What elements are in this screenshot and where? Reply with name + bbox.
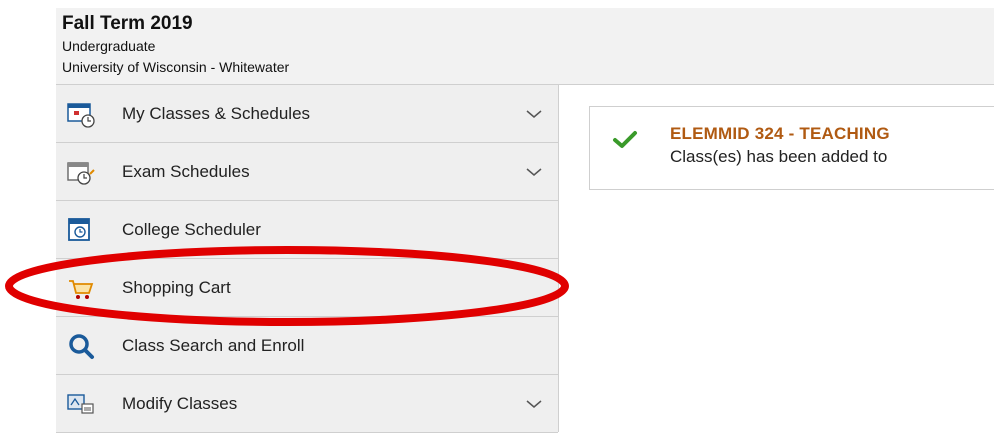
sidebar-item-label: Modify Classes — [122, 394, 238, 413]
checkmark-icon — [612, 129, 638, 149]
sidebar-item-class-search[interactable]: Class Search and Enroll — [56, 317, 558, 375]
shopping-cart-icon — [66, 274, 96, 302]
calendar-clock-icon — [66, 100, 96, 128]
sidebar-item-label: Shopping Cart — [122, 278, 231, 297]
sidebar-item-label: Exam Schedules — [122, 162, 250, 181]
scheduler-calendar-icon — [66, 216, 96, 244]
sidebar-item-label: College Scheduler — [122, 220, 261, 239]
sidebar-item-shopping-cart[interactable]: Shopping Cart — [56, 259, 558, 317]
sidebar-item-modify-classes[interactable]: Modify Classes — [56, 375, 558, 433]
sidebar-item-my-classes[interactable]: My Classes & Schedules — [56, 85, 558, 143]
chevron-down-icon[interactable] — [526, 164, 542, 176]
success-message: ELEMMID 324 - TEACHING Class(es) has bee… — [589, 106, 994, 190]
search-icon — [66, 332, 96, 360]
institution-label: University of Wisconsin - Whitewater — [62, 59, 290, 75]
sidebar-item-label: My Classes & Schedules — [122, 104, 311, 123]
message-text: Class(es) has been added to — [670, 147, 888, 166]
sidebar-item-college-scheduler[interactable]: College Scheduler — [56, 201, 558, 259]
main-content: ELEMMID 324 - TEACHING Class(es) has bee… — [559, 85, 994, 432]
sidebar-nav: My Classes & Schedules Exam Schedules Co… — [56, 85, 559, 433]
chevron-down-icon[interactable] — [526, 106, 542, 118]
message-title[interactable]: ELEMMID 324 - TEACHING — [670, 124, 890, 144]
modify-classes-icon — [66, 390, 96, 418]
chevron-down-icon[interactable] — [526, 396, 542, 408]
exam-calendar-icon — [66, 158, 96, 186]
career-label: Undergraduate — [62, 38, 156, 54]
sidebar-item-label: Class Search and Enroll — [122, 336, 305, 355]
term-header: Fall Term 2019 Undergraduate University … — [56, 8, 994, 85]
term-title: Fall Term 2019 — [62, 13, 193, 34]
sidebar-item-exam-schedules[interactable]: Exam Schedules — [56, 143, 558, 201]
